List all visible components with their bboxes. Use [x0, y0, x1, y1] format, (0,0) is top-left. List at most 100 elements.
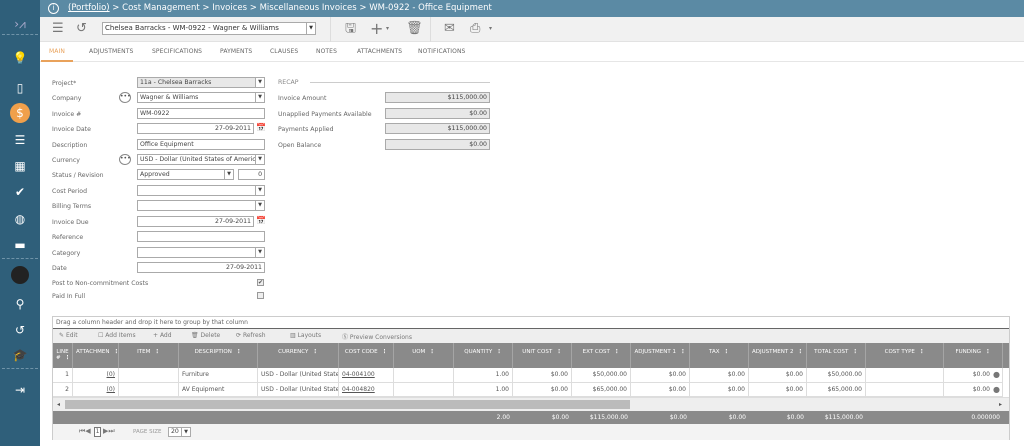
- tab-notes[interactable]: NOTES: [316, 48, 337, 55]
- chevron-down-icon[interactable]: ▼: [255, 248, 264, 257]
- column-header-currency[interactable]: CURRENCY ⋮: [258, 343, 339, 368]
- chevron-down-icon[interactable]: ▼: [224, 170, 233, 179]
- chevron-down-icon[interactable]: ▼: [255, 186, 264, 195]
- cell-funding[interactable]: $0.00 ●: [944, 382, 1003, 397]
- add-items-button[interactable]: ☐ Add Items: [98, 332, 136, 339]
- info-icon[interactable]: i: [48, 3, 59, 14]
- revision-input[interactable]: 0: [238, 169, 265, 180]
- column-menu-icon[interactable]: ⋮: [65, 355, 71, 361]
- print-dropdown-icon[interactable]: ▾: [489, 21, 492, 37]
- column-header-line-[interactable]: LINE # ⋮: [53, 343, 73, 368]
- preview-conversions-button[interactable]: Ⓢ Preview Conversions: [342, 332, 412, 341]
- lightbulb-icon[interactable]: 💡: [10, 50, 30, 66]
- status-select[interactable]: Approved ▼: [137, 169, 234, 180]
- cell-cost-code[interactable]: 04-004100: [339, 368, 394, 383]
- briefcase-icon[interactable]: ▬: [10, 237, 30, 253]
- pager-first-prev-icons[interactable]: ⏮◀: [79, 427, 91, 436]
- project-select[interactable]: 11a - Chelsea Barracks ▼: [137, 77, 265, 88]
- company-select[interactable]: Wagner & Williams ▼: [137, 92, 265, 103]
- column-header-uom[interactable]: UOM ⋮: [394, 343, 454, 368]
- column-header-ext-cost[interactable]: EXT COST ⋮: [572, 343, 631, 368]
- column-menu-icon[interactable]: ⋮: [312, 349, 318, 355]
- tab-adjustments[interactable]: ADJUSTMENTS: [89, 48, 133, 55]
- layouts-button[interactable]: ▥ Layouts: [290, 332, 321, 339]
- chevron-down-icon[interactable]: ▼: [255, 155, 264, 164]
- chevron-down-icon[interactable]: ▼: [255, 78, 264, 87]
- list-icon[interactable]: ☰: [52, 21, 64, 37]
- column-menu-icon[interactable]: ⋮: [496, 349, 502, 355]
- invoice-date-input[interactable]: 27-09-2011: [137, 123, 254, 134]
- billing-terms-select[interactable]: ▼: [137, 200, 265, 211]
- building-icon[interactable]: ▦: [10, 158, 30, 174]
- page-size-select[interactable]: 20 ▼: [168, 427, 191, 437]
- column-header-unit-cost[interactable]: UNIT COST ⋮: [513, 343, 572, 368]
- scroll-right-icon[interactable]: ▸: [999, 401, 1002, 408]
- search-icon[interactable]: ⚲: [10, 296, 30, 312]
- date-input[interactable]: 27-09-2011: [137, 262, 265, 273]
- email-icon[interactable]: ✉: [444, 21, 455, 37]
- column-header-item[interactable]: ITEM ⋮: [119, 343, 179, 368]
- delete-icon[interactable]: 🗑: [406, 21, 423, 37]
- chevron-down-icon[interactable]: ▼: [181, 428, 190, 436]
- column-menu-icon[interactable]: ⋮: [919, 349, 925, 355]
- column-header-attachmen[interactable]: ATTACHMEN ⋮: [73, 343, 119, 368]
- description-input[interactable]: Office Equipment: [137, 139, 265, 150]
- history-icon[interactable]: ↺: [10, 322, 30, 338]
- column-header-adjustment-2[interactable]: ADJUSTMENT 2 ⋮: [749, 343, 807, 368]
- column-header-description[interactable]: DESCRIPTION ⋮: [179, 343, 258, 368]
- refresh-button[interactable]: ⟳ Refresh: [236, 332, 266, 339]
- checkmark-icon[interactable]: ✔: [10, 184, 30, 200]
- column-header-funding[interactable]: FUNDING ⋮: [944, 343, 1003, 368]
- column-header-total-cost[interactable]: TOTAL COST ⋮: [807, 343, 866, 368]
- graduation-cap-icon[interactable]: 🎓: [10, 347, 30, 363]
- column-header-tax[interactable]: TAX ⋮: [690, 343, 749, 368]
- column-menu-icon[interactable]: ⋮: [429, 349, 435, 355]
- cell-cost-code[interactable]: 04-004820: [339, 382, 394, 397]
- column-menu-icon[interactable]: ⋮: [236, 349, 242, 355]
- column-header-cost-code[interactable]: COST CODE ⋮: [339, 343, 394, 368]
- cell-attachmen[interactable]: (0): [73, 382, 119, 397]
- currency-more-button[interactable]: •••: [119, 154, 131, 165]
- cell-attachmen[interactable]: (0): [73, 368, 119, 383]
- add-dropdown-icon[interactable]: ▾: [386, 21, 389, 37]
- column-menu-icon[interactable]: ⋮: [680, 349, 686, 355]
- funding-more-icon[interactable]: ●: [993, 383, 1000, 397]
- reference-input[interactable]: [137, 231, 265, 242]
- portfolio-link[interactable]: (Portfolio): [68, 3, 110, 13]
- delete-button[interactable]: 🗑 Delete: [191, 332, 220, 339]
- column-menu-icon[interactable]: ⋮: [852, 349, 858, 355]
- column-menu-icon[interactable]: ⋮: [382, 349, 388, 355]
- cell-funding[interactable]: $0.00 ●: [944, 368, 1003, 383]
- cell-value[interactable]: (0): [107, 371, 116, 378]
- logout-icon[interactable]: ⇥: [10, 382, 30, 398]
- dollar-icon[interactable]: $: [10, 103, 30, 123]
- add-button[interactable]: + Add: [153, 332, 172, 339]
- column-menu-icon[interactable]: ⋮: [797, 349, 803, 355]
- app-logo-icon[interactable]: ›⩘: [10, 16, 30, 32]
- company-more-button[interactable]: •••: [119, 92, 131, 103]
- pager-next-last-icons[interactable]: ▶⏭: [103, 427, 115, 436]
- column-menu-icon[interactable]: ⋮: [985, 349, 991, 355]
- cell-value[interactable]: 04-004100: [342, 371, 375, 378]
- category-select[interactable]: ▼: [137, 247, 265, 258]
- chevron-down-icon[interactable]: ▼: [306, 23, 315, 34]
- cell-value[interactable]: 04-004820: [342, 386, 375, 393]
- cell-value[interactable]: (0): [107, 386, 116, 393]
- invoice-due-input[interactable]: 27-09-2011: [137, 216, 254, 227]
- save-icon[interactable]: 🖫: [345, 21, 356, 37]
- column-header-adjustment-1[interactable]: ADJUSTMENT 1 ⋮: [631, 343, 690, 368]
- tab-specifications[interactable]: SPECIFICATIONS: [152, 48, 202, 55]
- scrollbar-thumb[interactable]: [65, 400, 630, 409]
- column-header-cost-type[interactable]: COST TYPE ⋮: [866, 343, 944, 368]
- history-icon[interactable]: ↺: [76, 21, 87, 37]
- chevron-down-icon[interactable]: ▼: [255, 93, 264, 102]
- column-menu-icon[interactable]: ⋮: [154, 349, 160, 355]
- print-icon[interactable]: ⎙: [470, 21, 480, 37]
- tab-attachments[interactable]: ATTACHMENTS: [357, 48, 402, 55]
- calendar-icon[interactable]: 📅: [256, 123, 266, 132]
- column-menu-icon[interactable]: ⋮: [614, 349, 620, 355]
- column-header-quantity[interactable]: QUANTITY ⋮: [454, 343, 513, 368]
- paid-in-full-checkbox[interactable]: [257, 292, 264, 299]
- current-page[interactable]: 1: [94, 427, 101, 437]
- scroll-left-icon[interactable]: ◂: [57, 401, 60, 408]
